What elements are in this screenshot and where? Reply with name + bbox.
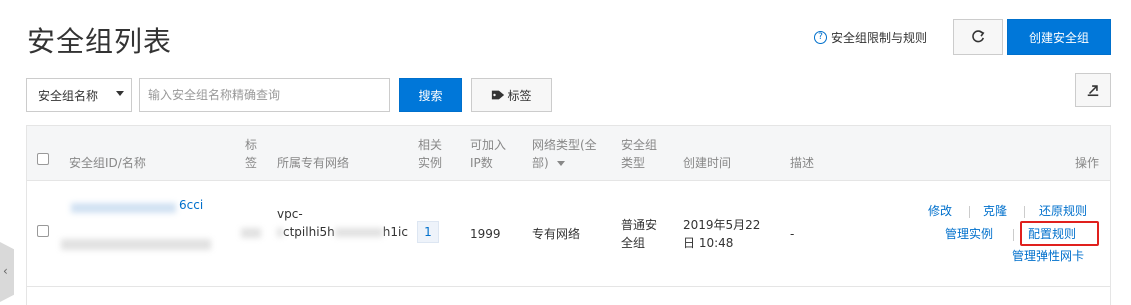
table-header: 安全组ID/名称 标 签 所属专有网络 相关 实例 可加入 IP数 网络类型(全… xyxy=(27,126,1110,181)
security-group-id-link[interactable]: 6cci xyxy=(179,198,203,212)
col-header-tag-2: 签 xyxy=(245,156,258,170)
vpc-id-part-b: h1ic xyxy=(382,225,408,239)
caret-down-icon xyxy=(556,161,565,166)
col-header-network-2: 部) xyxy=(532,156,549,170)
vpc-id-part-a: ctpilhi5h xyxy=(283,225,335,239)
restore-rules-link[interactable]: 还原规则 xyxy=(1039,202,1087,219)
manage-instances-link[interactable]: 管理实例 xyxy=(945,225,993,242)
col-header-instances-1: 相关 xyxy=(418,138,443,152)
highlight-box xyxy=(1020,221,1099,246)
action-divider xyxy=(969,206,970,218)
redacted-tag xyxy=(241,228,261,238)
group-type-line1: 普通安 xyxy=(621,218,658,232)
search-button[interactable]: 搜索 xyxy=(399,78,462,112)
col-header-ip-2: IP数 xyxy=(470,156,493,170)
row-checkbox[interactable] xyxy=(37,225,49,237)
tag-filter-button[interactable]: 标签 xyxy=(471,78,552,112)
vpc-id: ctpilhi5h h1ic xyxy=(277,223,408,241)
redacted-name xyxy=(61,239,211,250)
col-header-type-1: 安全组 xyxy=(621,138,658,152)
col-header-description: 描述 xyxy=(790,156,815,170)
vpc-line1: vpc- xyxy=(277,207,303,221)
action-divider xyxy=(1024,206,1025,218)
created-time-line2: 日 10:48 xyxy=(683,236,734,250)
col-header-instances-2: 实例 xyxy=(418,156,443,170)
help-link-label: 安全组限制与规则 xyxy=(831,31,928,45)
col-header-id-name: 安全组ID/名称 xyxy=(69,156,146,170)
redacted-id xyxy=(71,203,176,213)
col-header-created: 创建时间 xyxy=(683,156,732,170)
col-header-type-2: 类型 xyxy=(621,156,646,170)
refresh-button[interactable] xyxy=(953,19,1003,55)
search-field-select-value: 安全组名称 xyxy=(38,88,99,103)
related-instances-count[interactable]: 1 xyxy=(417,221,439,243)
tag-icon xyxy=(492,90,505,100)
col-header-actions: 操作 xyxy=(1075,156,1100,170)
caret-down-icon xyxy=(116,91,124,96)
table-row: 6cci vpc- ctpilhi5h h1ic 1 1999 专有网络 普通安 … xyxy=(27,181,1110,287)
help-circle-icon: ? xyxy=(814,31,827,44)
select-all-checkbox[interactable] xyxy=(37,153,49,165)
page-title: 安全组列表 xyxy=(27,25,173,58)
redacted-vpc-prefix xyxy=(277,228,283,237)
collapse-sidebar-tab[interactable]: ‹ xyxy=(0,242,14,302)
description: - xyxy=(790,227,795,241)
redacted-vpc-middle xyxy=(334,228,383,237)
created-time-line1: 2019年5月22 xyxy=(683,218,761,232)
search-input[interactable] xyxy=(139,78,390,112)
create-security-group-button[interactable]: 创建安全组 xyxy=(1007,19,1111,55)
clone-link[interactable]: 克隆 xyxy=(983,202,1007,219)
tag-button-label: 标签 xyxy=(507,88,532,103)
manage-eni-link[interactable]: 管理弹性网卡 xyxy=(1012,247,1084,264)
network-type: 专有网络 xyxy=(532,227,581,241)
security-group-limits-link[interactable]: ? 安全组限制与规则 xyxy=(814,29,927,46)
security-group-table: 安全组ID/名称 标 签 所属专有网络 相关 实例 可加入 IP数 网络类型(全… xyxy=(26,125,1111,305)
export-button[interactable] xyxy=(1075,73,1111,107)
modify-link[interactable]: 修改 xyxy=(928,202,952,219)
col-header-ip-1: 可加入 xyxy=(470,138,507,152)
action-divider xyxy=(1013,229,1014,241)
refresh-icon xyxy=(972,30,985,43)
col-header-tag-1: 标 xyxy=(245,138,258,152)
col-header-network-1: 网络类型(全 xyxy=(532,138,597,152)
search-field-select[interactable]: 安全组名称 xyxy=(26,78,132,112)
network-type-filter[interactable]: 部) xyxy=(532,154,565,172)
export-icon xyxy=(1087,85,1099,97)
available-ip-count: 1999 xyxy=(470,227,501,241)
col-header-vpc: 所属专有网络 xyxy=(277,156,350,170)
group-type-line2: 全组 xyxy=(621,236,646,250)
chevron-left-icon: ‹ xyxy=(3,264,8,278)
